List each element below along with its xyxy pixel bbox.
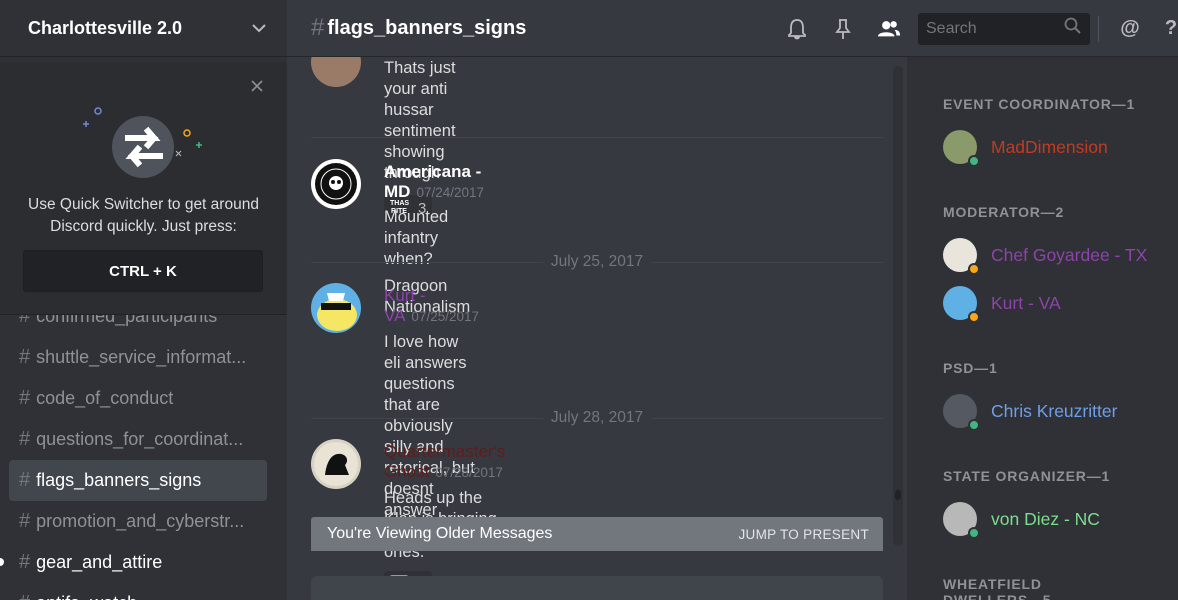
- channel-title: # flags_banners_signs: [311, 14, 526, 42]
- scrollbar[interactable]: [893, 66, 903, 546]
- channel-item[interactable]: # antifa_watch: [9, 583, 267, 600]
- timestamp: 07/28/2017: [435, 465, 503, 480]
- member-item[interactable]: Kurt - VA: [943, 285, 1173, 323]
- hash-icon: #: [19, 551, 31, 573]
- role-header: WHEATFIELD DWELLERS—5: [943, 576, 1052, 600]
- avatar[interactable]: [311, 57, 361, 87]
- message-divider: [311, 137, 883, 138]
- avatar[interactable]: [311, 439, 361, 489]
- older-messages-bar: You're Viewing Older Messages JUMP TO PR…: [311, 517, 883, 551]
- channel-name: shuttle_service_informat...: [36, 347, 247, 367]
- search-icon: [1064, 17, 1082, 40]
- member-item[interactable]: MadDimension: [943, 129, 1173, 167]
- date-label: July 25, 2017: [550, 253, 644, 270]
- role-header: MODERATOR—2: [943, 204, 1065, 220]
- avatar: [943, 238, 980, 275]
- server-name: Charlottesville 2.0: [28, 17, 183, 38]
- close-icon[interactable]: [249, 78, 265, 94]
- member-name: Chef Goyardee - TX: [991, 244, 1148, 265]
- channel-item-active[interactable]: # flags_banners_signs: [9, 460, 267, 501]
- online-status-icon: [968, 527, 980, 539]
- avatar: [943, 286, 980, 323]
- role-header: STATE ORGANIZER—1: [943, 468, 1111, 484]
- message-input[interactable]: [311, 576, 883, 600]
- chat-header: # flags_banners_signs Search @ ?: [287, 0, 1178, 57]
- server-header[interactable]: Charlottesville 2.0: [0, 0, 287, 57]
- member-item[interactable]: Chef Goyardee - TX: [943, 237, 1173, 275]
- channel-name: promotion_and_cyberstr...: [36, 511, 245, 531]
- channel-item[interactable]: # questions_for_coordinat...: [9, 419, 267, 460]
- member-list: EVENT COORDINATOR—1 MadDimension MODERAT…: [907, 57, 1178, 600]
- date-label: July 28, 2017: [550, 409, 644, 426]
- header-divider: [1098, 15, 1099, 42]
- scrollbar-thumb[interactable]: [895, 490, 901, 500]
- member-item[interactable]: Chris Kreuzritter: [943, 393, 1173, 431]
- shortcut-key: CTRL + K: [23, 250, 263, 292]
- hash-icon: #: [19, 592, 30, 600]
- header-toolbar: Search @ ?: [774, 0, 1178, 57]
- avatar: [943, 394, 980, 431]
- pin-icon[interactable]: [831, 17, 855, 41]
- avatar[interactable]: [311, 159, 361, 209]
- timestamp: 07/25/2017: [411, 309, 479, 324]
- help-icon[interactable]: ?: [1164, 17, 1178, 41]
- channel-item[interactable]: # shuttle_service_informat...: [9, 337, 267, 378]
- member-name: Kurt - VA: [991, 292, 1061, 313]
- bell-icon[interactable]: [785, 17, 809, 41]
- channel-item[interactable]: # promotion_and_cyberstr...: [9, 501, 267, 542]
- quick-switcher-tip: Use Quick Switcher to get around Discord…: [0, 62, 287, 315]
- search-placeholder: Search: [926, 19, 977, 37]
- member-name: von Diez - NC: [991, 508, 1100, 529]
- avatar: [943, 130, 980, 167]
- avatar: [943, 502, 980, 539]
- online-status-icon: [968, 155, 980, 167]
- switch-arrows-icon: [80, 102, 210, 192]
- date-separator: July 25, 2017: [311, 252, 883, 272]
- chevron-down-icon[interactable]: [251, 20, 267, 36]
- hash-icon: #: [19, 428, 31, 450]
- jump-to-present-button[interactable]: JUMP TO PRESENT: [738, 527, 869, 542]
- channel-title-text: flags_banners_signs: [327, 16, 527, 39]
- members-icon[interactable]: [877, 17, 901, 41]
- channel-name: code_of_conduct: [36, 388, 174, 408]
- older-messages-label: You're Viewing Older Messages: [327, 525, 553, 542]
- timestamp: 07/24/2017: [416, 185, 485, 200]
- member-name: Chris Kreuzritter: [991, 400, 1118, 421]
- hash-icon: #: [19, 387, 31, 409]
- idle-status-icon: [968, 311, 980, 323]
- role-header: PSD—1: [943, 360, 998, 376]
- channel-item[interactable]: # code_of_conduct: [9, 378, 267, 419]
- member-name: MadDimension: [991, 136, 1108, 157]
- online-status-icon: [968, 419, 980, 431]
- channel-name: flags_banners_signs: [36, 470, 202, 490]
- mention-icon[interactable]: @: [1118, 17, 1142, 41]
- hash-icon: #: [19, 510, 31, 532]
- date-separator: July 28, 2017: [311, 408, 883, 428]
- discord-app: Charlottesville 2.0 # confirmed_participa…: [0, 0, 1178, 600]
- hash-icon: #: [311, 14, 325, 41]
- hash-icon: #: [19, 469, 31, 491]
- hash-icon: #: [19, 346, 31, 368]
- message-text: I love how eli answers questions that ar…: [384, 333, 467, 456]
- role-header: EVENT COORDINATOR—1: [943, 96, 1136, 112]
- channel-name: gear_and_attire: [36, 552, 163, 572]
- channel-sidebar: Charlottesville 2.0 # confirmed_participa…: [0, 0, 287, 600]
- avatar[interactable]: [311, 283, 361, 333]
- search-input[interactable]: Search: [918, 12, 1090, 45]
- quick-switcher-text: Use Quick Switcher to get around Discord…: [28, 196, 259, 235]
- channel-name: questions_for_coordinat...: [36, 429, 244, 449]
- idle-status-icon: [968, 263, 980, 275]
- channel-list: # confirmed_participants # shuttle_service…: [0, 296, 287, 600]
- channel-name: antifa_watch: [36, 593, 137, 600]
- member-item[interactable]: von Diez - NC: [943, 501, 1173, 539]
- message-list: Thats just your anti hussar sentiment sh…: [287, 57, 907, 600]
- unread-indicator: [0, 558, 4, 566]
- channel-item-unread[interactable]: # gear_and_attire: [0, 542, 267, 583]
